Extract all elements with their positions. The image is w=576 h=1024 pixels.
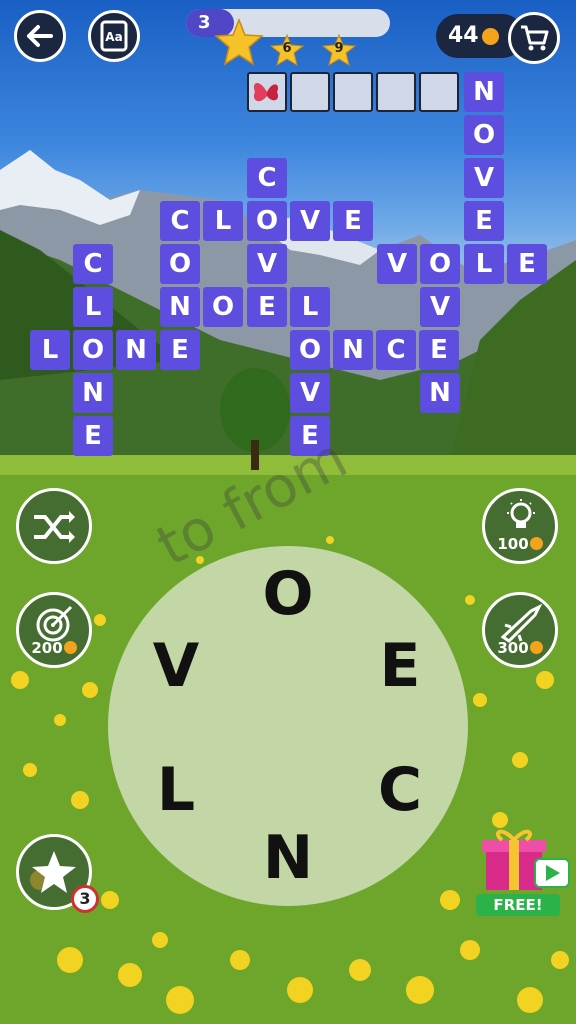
rocket-hint-button[interactable]: 300	[482, 592, 558, 668]
letter-tile: N	[420, 373, 460, 413]
letter-tile: E	[247, 287, 287, 327]
letter-tile: N	[333, 330, 373, 370]
coin-icon	[529, 641, 543, 654]
empty-tile	[333, 72, 373, 112]
letter-tile: E	[73, 416, 113, 456]
letter-wheel[interactable]: O E C N L V	[108, 546, 468, 906]
letter-tile: V	[420, 287, 460, 327]
letter-tile: O	[464, 115, 504, 155]
letter-tile: C	[247, 158, 287, 198]
letter-tile: V	[290, 373, 330, 413]
letter-tile: L	[464, 244, 504, 284]
free-gift-button[interactable]: FREE!	[476, 826, 572, 918]
letter-tile: V	[290, 201, 330, 241]
wheel-letter-e[interactable]: E	[370, 636, 430, 696]
coin-icon	[482, 28, 499, 45]
letter-tile: N	[464, 72, 504, 112]
letter-tile: L	[290, 287, 330, 327]
dictionary-button[interactable]: Aa	[88, 10, 140, 62]
star-icon	[32, 851, 76, 893]
shuffle-button[interactable]	[16, 488, 92, 564]
letter-tile: V	[464, 158, 504, 198]
milestone-star-9: 9	[322, 34, 356, 66]
letter-tile: O	[290, 330, 330, 370]
coin-icon	[529, 537, 543, 550]
wheel-letter-n[interactable]: N	[258, 828, 318, 888]
empty-tile	[290, 72, 330, 112]
letter-tile: L	[30, 330, 70, 370]
target-hint-button[interactable]: 200	[16, 592, 92, 668]
letter-tile: O	[203, 287, 243, 327]
letter-tile: V	[247, 244, 287, 284]
letter-tile: E	[419, 330, 459, 370]
letter-tile: N	[73, 373, 113, 413]
wheel-letter-o[interactable]: O	[258, 564, 318, 624]
bulb-hint-button[interactable]: 100	[482, 488, 558, 564]
target-icon	[36, 605, 73, 642]
star-bonus-button[interactable]: 3	[16, 834, 99, 913]
star-count-badge: 3	[71, 885, 99, 913]
big-star-icon	[214, 18, 264, 66]
shop-button[interactable]	[508, 12, 560, 64]
letter-tile: E	[333, 201, 373, 241]
letter-tile: C	[73, 244, 113, 284]
video-play-icon	[534, 858, 570, 888]
letter-tile: O	[73, 330, 113, 370]
lightbulb-icon	[507, 499, 535, 528]
letter-tile: O	[247, 201, 287, 241]
coin-icon	[63, 641, 77, 654]
dictionary-icon: Aa	[100, 20, 128, 52]
milestone-star-6: 6	[270, 34, 304, 66]
wheel-letter-c[interactable]: C	[370, 760, 430, 820]
letter-tile: L	[73, 287, 113, 327]
letter-tile: N	[116, 330, 156, 370]
back-arrow-icon	[27, 25, 53, 47]
rocket-icon	[500, 603, 543, 643]
empty-tile	[247, 72, 287, 112]
letter-tile: E	[160, 330, 200, 370]
letter-tile: C	[160, 201, 200, 241]
letter-tile: V	[377, 244, 417, 284]
svg-text:Aa: Aa	[105, 30, 122, 44]
empty-tile	[419, 72, 459, 112]
wheel-letter-l[interactable]: L	[146, 760, 206, 820]
shuffle-icon	[34, 511, 75, 543]
letter-tile: N	[160, 287, 200, 327]
letter-tile: L	[203, 201, 243, 241]
letter-tile: C	[376, 330, 416, 370]
cart-icon	[521, 25, 549, 51]
level-number: 3	[198, 12, 211, 33]
letter-tile: E	[464, 201, 504, 241]
free-label: FREE!	[476, 894, 560, 916]
wheel-letter-v[interactable]: V	[146, 636, 206, 696]
back-button[interactable]	[14, 10, 66, 62]
letter-tile: O	[160, 244, 200, 284]
butterfly-icon	[253, 82, 279, 102]
letter-tile: E	[507, 244, 547, 284]
game-screen: Aa 3 6 9 44 N O V E L V O E C O V E C L …	[0, 0, 576, 1024]
letter-tile: O	[420, 244, 460, 284]
empty-tile	[376, 72, 416, 112]
